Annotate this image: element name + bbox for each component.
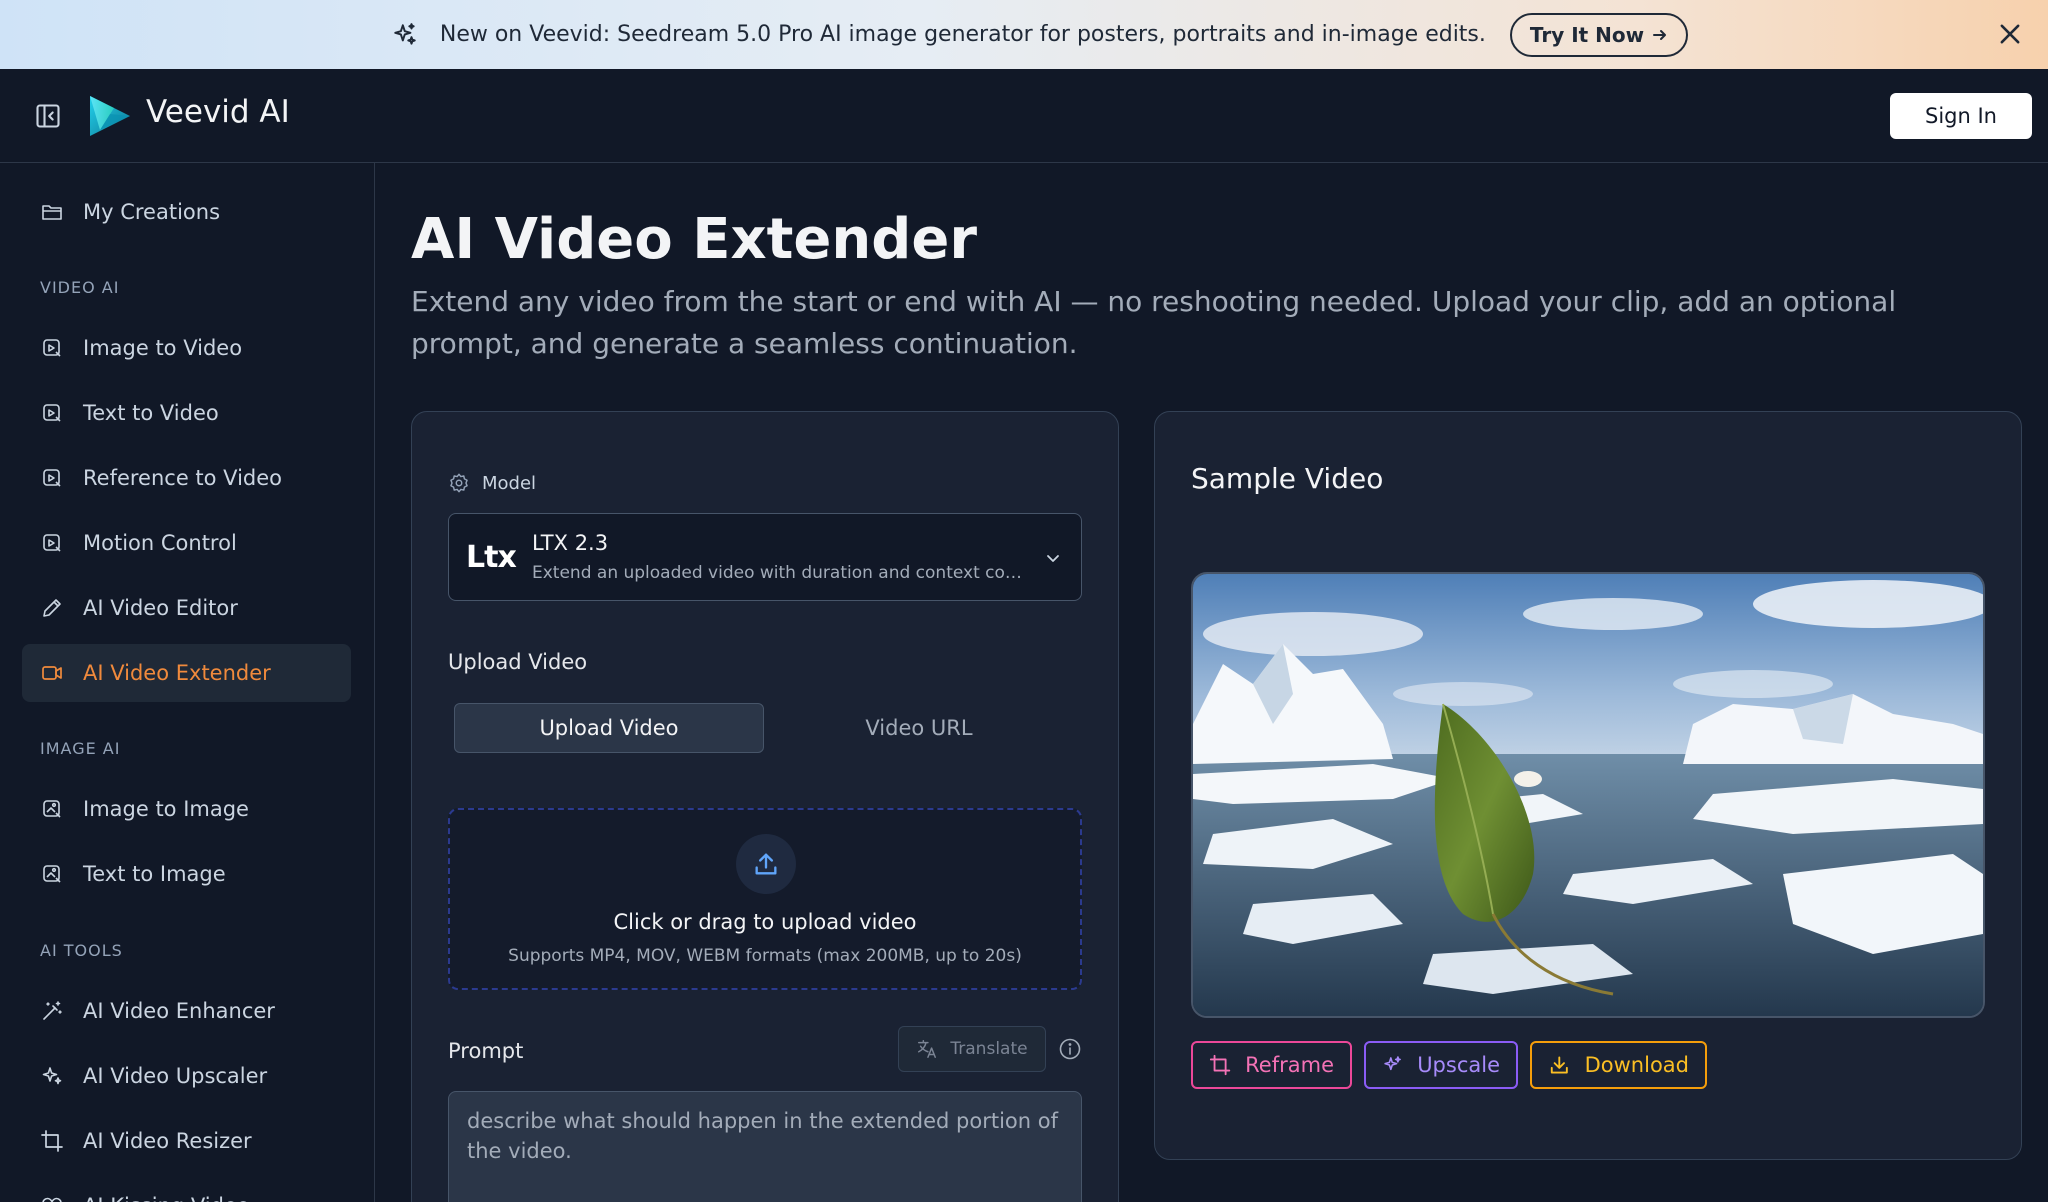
page-subtitle: Extend any video from the start or end w… xyxy=(411,285,1897,360)
sidebar-item-image-to-video[interactable]: Image to Video xyxy=(22,319,351,377)
text-image-icon xyxy=(43,865,61,883)
banner-text: New on Veevid: Seedream 5.0 Pro AI image… xyxy=(439,22,1486,47)
sidebar-item-label: AI Video Resizer xyxy=(83,1129,252,1153)
model-label: Model xyxy=(448,472,536,494)
sidebar-item-ai-kissing-video[interactable]: AI Kissing Video xyxy=(22,1177,351,1202)
top-header: Veevid AI Sign In xyxy=(0,69,2048,163)
image-icon xyxy=(43,800,61,818)
folder-icon xyxy=(42,205,62,220)
try-it-now-label: Try It Now xyxy=(1529,22,1645,47)
download-label: Download xyxy=(1584,1053,1689,1077)
sparkles-icon xyxy=(1384,1056,1401,1071)
crop-icon xyxy=(41,1130,63,1152)
model-description: Extend an uploaded video with duration a… xyxy=(532,563,1022,583)
sidebar-item-ai-video-extender[interactable]: AI Video Extender xyxy=(22,644,351,702)
model-label-text: Model xyxy=(482,472,537,494)
upscale-label: Upscale xyxy=(1417,1053,1500,1077)
magic-wand-icon xyxy=(43,1001,62,1020)
arrow-right-icon xyxy=(1653,29,1667,40)
announcement-banner: New on Veevid: Seedream 5.0 Pro AI image… xyxy=(0,0,2048,69)
sidebar-item-label: AI Video Upscaler xyxy=(83,1064,268,1088)
ltx-logo: Ltx xyxy=(466,540,517,575)
sign-in-button[interactable]: Sign In xyxy=(1890,93,2032,139)
video-dropzone[interactable]: Click or drag to upload video Supports M… xyxy=(448,808,1082,990)
pencil-icon xyxy=(43,599,61,617)
model-select[interactable]: Ltx LTX 2.3 Extend an uploaded video wit… xyxy=(448,513,1082,601)
translate-label: Translate xyxy=(950,1039,1028,1059)
sidebar-item-image-to-image[interactable]: Image to Image xyxy=(22,780,351,838)
translate-icon xyxy=(918,1040,937,1058)
prompt-input[interactable] xyxy=(448,1091,1082,1202)
sample-video-player[interactable] xyxy=(1191,572,1985,1018)
veevid-logo-icon[interactable] xyxy=(86,92,134,140)
extender-form-panel: Model Ltx LTX 2.3 Extend an uploaded vid… xyxy=(411,411,1119,1202)
section-title-ai-tools: AI TOOLS xyxy=(40,941,123,960)
sample-video-title: Sample Video xyxy=(1191,462,1384,495)
crop-icon xyxy=(1209,1054,1231,1076)
upscale-button[interactable]: Upscale xyxy=(1364,1041,1518,1089)
sidebar-item-text-to-video[interactable]: Text to Video xyxy=(22,384,351,442)
sidebar-item-ai-video-enhancer[interactable]: AI Video Enhancer xyxy=(22,982,351,1040)
sidebar-item-label: Reference to Video xyxy=(83,466,283,490)
close-icon[interactable] xyxy=(1996,20,2024,48)
sidebar-item-label: AI Video Enhancer xyxy=(83,999,275,1023)
reframe-button[interactable]: Reframe xyxy=(1191,1041,1352,1089)
sidebar-item-label: Text to Video xyxy=(83,401,219,425)
gear-icon xyxy=(450,473,468,493)
sparkles-icon xyxy=(42,1067,62,1085)
sidebar-item-my-creations[interactable]: My Creations xyxy=(22,183,351,241)
sidebar-item-label: AI Video Editor xyxy=(83,596,238,620)
video-camera-icon xyxy=(42,666,62,680)
brand-name[interactable]: Veevid AI xyxy=(146,94,290,130)
upload-tabs: Upload Video Video URL xyxy=(448,701,1082,757)
upload-video-label: Upload Video xyxy=(448,650,588,674)
upload-icon xyxy=(755,853,777,875)
dropzone-subtitle: Supports MP4, MOV, WEBM formats (max 200… xyxy=(508,946,1022,966)
sidebar-item-ai-video-editor[interactable]: AI Video Editor xyxy=(22,579,351,637)
sidebar-item-label: Image to Image xyxy=(83,797,249,821)
sidebar-item-label: AI Video Extender xyxy=(83,661,271,685)
sidebar-item-label: AI Kissing Video xyxy=(83,1194,250,1202)
sidebar-item-motion-control[interactable]: Motion Control xyxy=(22,514,351,572)
sample-video-thumbnail xyxy=(1193,574,1983,1016)
upload-icon-circle xyxy=(736,834,796,894)
heart-icon xyxy=(42,1197,62,1202)
sidebar-item-label: Image to Video xyxy=(83,336,243,360)
model-name: LTX 2.3 xyxy=(532,531,609,555)
sidebar-item-label: Text to Image xyxy=(83,862,226,886)
prompt-label: Prompt xyxy=(448,1039,524,1063)
reframe-label: Reframe xyxy=(1245,1053,1334,1077)
image-video-icon xyxy=(43,339,61,357)
try-it-now-button[interactable]: Try It Now xyxy=(1509,12,1689,57)
dropzone-title: Click or drag to upload video xyxy=(613,910,917,934)
info-icon[interactable] xyxy=(1058,1037,1082,1061)
reference-video-icon xyxy=(43,469,61,487)
sidebar-item-reference-to-video[interactable]: Reference to Video xyxy=(22,449,351,507)
sidebar-item-label: Motion Control xyxy=(83,531,237,555)
sidebar-item-label: My Creations xyxy=(83,200,221,224)
section-title-image-ai: IMAGE AI xyxy=(40,739,121,758)
page-title: AI Video Extender xyxy=(411,207,977,272)
text-video-icon xyxy=(43,404,61,422)
sidebar-toggle-icon[interactable] xyxy=(34,102,62,130)
section-title-video-ai: VIDEO AI xyxy=(40,278,120,297)
sidebar-item-ai-video-upscaler[interactable]: AI Video Upscaler xyxy=(22,1047,351,1105)
tab-video-url[interactable]: Video URL xyxy=(764,703,1074,753)
translate-button[interactable]: Translate xyxy=(898,1026,1046,1072)
sidebar-item-text-to-image[interactable]: Text to Image xyxy=(22,845,351,903)
sparkle-icon xyxy=(394,22,416,45)
sidebar-item-ai-video-resizer[interactable]: AI Video Resizer xyxy=(22,1112,351,1170)
sidebar: My Creations VIDEO AI Image to Video Tex… xyxy=(0,163,375,1202)
tab-upload-video[interactable]: Upload Video xyxy=(454,703,764,753)
motion-icon xyxy=(43,534,61,552)
download-button[interactable]: Download xyxy=(1530,1041,1707,1089)
chevron-down-icon xyxy=(1047,555,1059,562)
sample-video-panel: Sample Video Reframe Upscale Download xyxy=(1154,411,2022,1160)
download-icon xyxy=(1550,1056,1568,1074)
